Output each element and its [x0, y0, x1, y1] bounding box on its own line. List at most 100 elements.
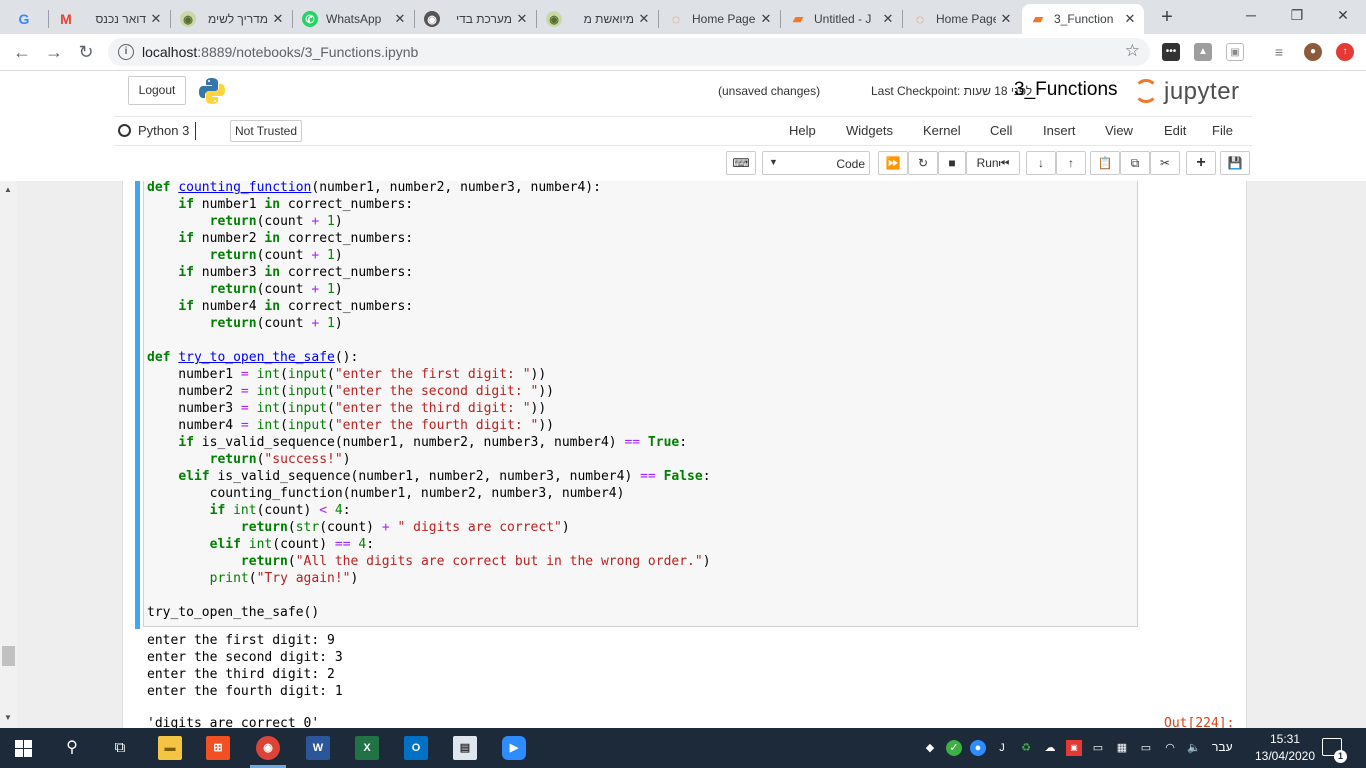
network-adapter-icon[interactable]: ▦ [1114, 740, 1130, 756]
cut-icon[interactable]: ✂ [1150, 151, 1180, 175]
cell-type-select[interactable]: ▼ Code [762, 151, 870, 175]
close-icon[interactable]: ✕ [760, 11, 772, 27]
close-icon[interactable]: ✕ [516, 11, 528, 27]
volume-icon[interactable]: 🔈 [1186, 740, 1202, 756]
recorder-icon[interactable]: ▣ [1066, 740, 1082, 756]
menu-file[interactable]: File [1212, 123, 1233, 138]
move-up-icon[interactable]: ↑ [1056, 151, 1086, 175]
recycle-icon[interactable]: ♻ [1018, 740, 1034, 756]
wifi-icon[interactable]: ◠ [1162, 740, 1178, 756]
app-window-icon[interactable]: ▤ [453, 736, 477, 760]
scrollbar-thumb[interactable] [2, 646, 15, 666]
tab-home-page-2[interactable]: ◌ Home Page ✕ [904, 4, 1020, 34]
zoom-icon[interactable]: ▶ [502, 736, 526, 760]
save-icon[interactable]: 💾 [1220, 151, 1250, 175]
shield-icon[interactable]: J [994, 740, 1010, 756]
checkpoint-status[interactable]: Last Checkpoint: לפני 18 שעות [871, 84, 1032, 98]
excel-icon[interactable]: X [355, 736, 379, 760]
bookmark-star-icon[interactable]: ☆ [1125, 41, 1140, 61]
jupyter-wordmark: jupyter [1164, 78, 1240, 105]
tab-whatsapp[interactable]: ✆ WhatsApp ✕ [294, 4, 414, 34]
forward-arrow-icon[interactable]: → [44, 42, 64, 62]
tab-home-page-1[interactable]: ◌ Home Page ✕ [660, 4, 780, 34]
zoom-tray-icon[interactable]: ● [970, 740, 986, 756]
tab-forum[interactable]: ◉ מיואשת מ ✕ [538, 4, 658, 34]
notebook-container[interactable]: def counting_function(number1, number2, … [0, 181, 1366, 728]
extension-icon[interactable]: ▣ [1226, 43, 1244, 61]
close-icon[interactable]: ✕ [150, 11, 162, 27]
fast-forward-icon[interactable]: ⏩ [878, 151, 908, 175]
windows-start-icon[interactable] [15, 740, 32, 757]
file-explorer-icon[interactable]: ▬ [158, 736, 182, 760]
tab-system[interactable]: ◉ מערכת בדי ✕ [416, 4, 536, 34]
stop-icon[interactable]: ■ [938, 151, 966, 175]
tab-gmail[interactable]: M דואר נכנס ✕ [50, 4, 170, 34]
tab-3-functions[interactable]: ▰ 3_Function ✕ [1022, 4, 1144, 34]
address-bar[interactable]: i localhost:8889/notebooks/3_Functions.i… [108, 38, 1150, 66]
paste-icon[interactable]: 📋 [1090, 151, 1120, 175]
cell-stdout: enter the first digit: 9 enter the secon… [147, 633, 343, 699]
vertical-scrollbar[interactable]: ▲ ▼ [0, 181, 17, 728]
menu-help[interactable]: Help [789, 123, 816, 138]
clock-date[interactable]: 13/04/2020 [1250, 749, 1320, 763]
notebook-icon: ▰ [1033, 11, 1043, 26]
clock-time[interactable]: 15:31 [1262, 732, 1308, 746]
run-button[interactable]: Run⏮ [966, 151, 1020, 175]
avatar[interactable]: ● [1304, 43, 1322, 61]
notebook-name[interactable]: 3_Functions [1014, 79, 1118, 101]
extension-icon[interactable]: ••• [1162, 43, 1180, 61]
menu-edit[interactable]: Edit [1164, 123, 1186, 138]
monitor-icon[interactable]: ▭ [1090, 740, 1106, 756]
new-tab-button[interactable]: + [1156, 6, 1178, 28]
discord-icon[interactable]: ◆ [922, 740, 938, 756]
move-down-icon[interactable]: ↓ [1026, 151, 1056, 175]
close-icon[interactable]: ✕ [638, 11, 650, 27]
scroll-up-icon[interactable]: ▲ [4, 185, 12, 194]
restart-icon[interactable]: ↻ [908, 151, 938, 175]
close-icon[interactable]: ✕ [272, 11, 284, 27]
update-icon[interactable]: ↑ [1336, 43, 1354, 61]
menu-view[interactable]: View [1105, 123, 1133, 138]
jupyter-logo[interactable]: jupyter [1132, 76, 1242, 108]
keyboard-icon[interactable]: ⌨ [726, 151, 756, 175]
outlook-icon[interactable]: O [404, 736, 428, 760]
close-icon[interactable]: ✕ [882, 11, 894, 27]
search-icon[interactable]: ⚲ [60, 736, 84, 760]
menu-kernel[interactable]: Kernel [923, 123, 961, 138]
reload-icon[interactable]: ↻ [76, 42, 96, 62]
menu-widgets[interactable]: Widgets [846, 123, 893, 138]
close-window-icon[interactable]: ✕ [1320, 0, 1366, 30]
url-text[interactable]: localhost:8889/notebooks/3_Functions.ipy… [142, 44, 418, 60]
tab-untitled[interactable]: ▰ Untitled - J ✕ [782, 4, 902, 34]
drive-icon[interactable]: ▲ [1194, 43, 1212, 61]
chrome-icon[interactable]: ◉ [256, 736, 280, 760]
back-arrow-icon[interactable]: ← [12, 42, 32, 62]
tab-guide[interactable]: ◉ מדריך לשימ ✕ [172, 4, 292, 34]
playlist-icon[interactable]: ≡ [1270, 43, 1288, 61]
copy-icon[interactable]: ⧉ [1120, 151, 1150, 175]
tab-google[interactable]: G [8, 4, 48, 34]
check-icon[interactable]: ✓ [946, 740, 962, 756]
close-icon[interactable]: ✕ [394, 11, 406, 27]
logout-button[interactable]: Logout [128, 76, 186, 105]
minimize-icon[interactable]: ─ [1228, 0, 1274, 30]
restore-icon[interactable]: ❐ [1274, 0, 1320, 30]
close-icon[interactable]: ✕ [1000, 11, 1012, 27]
menu-cell[interactable]: Cell [990, 123, 1012, 138]
google-icon: G [18, 11, 30, 27]
trust-button[interactable]: Not Trusted [230, 120, 303, 142]
word-icon[interactable]: W [306, 736, 330, 760]
scroll-down-icon[interactable]: ▼ [4, 713, 12, 722]
info-icon[interactable]: i [118, 44, 134, 60]
battery-icon[interactable]: ▭ [1138, 740, 1154, 756]
autosave-status: (unsaved changes) [718, 84, 821, 98]
close-icon[interactable]: ✕ [1124, 11, 1136, 27]
tab-title: Untitled - J [814, 12, 872, 26]
code-editor[interactable]: def counting_function(number1, number2, … [147, 181, 711, 621]
language-indicator[interactable]: עבר [1212, 740, 1233, 754]
menu-insert[interactable]: Insert [1043, 123, 1076, 138]
insert-cell-icon[interactable]: + [1186, 151, 1216, 175]
store-icon[interactable]: ⊞ [206, 736, 230, 760]
cloud-icon[interactable]: ☁ [1042, 740, 1058, 756]
task-view-icon[interactable]: ⧉ [108, 736, 132, 760]
